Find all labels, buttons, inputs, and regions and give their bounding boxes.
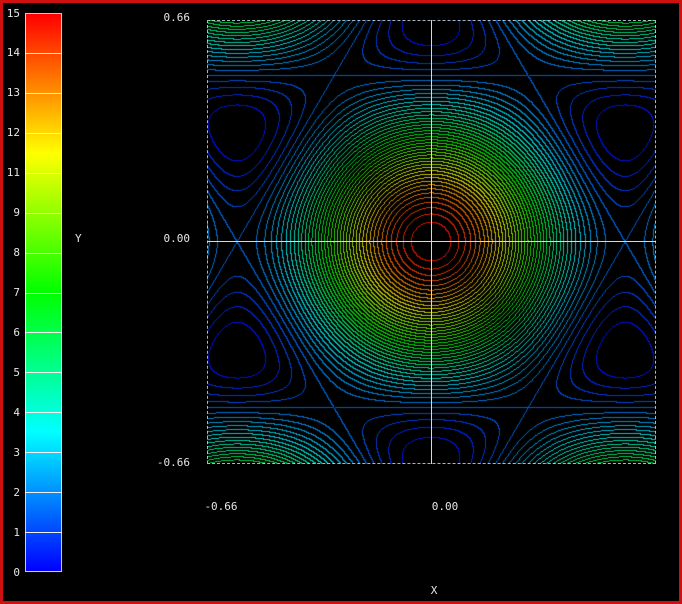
colorbar-separator — [25, 452, 62, 453]
y-axis-title: Y — [75, 232, 91, 245]
y-tick-label-top: 0.66 — [123, 11, 190, 24]
colorbar-tick-label: 5 — [3, 366, 20, 379]
colorbar-separator — [25, 93, 62, 94]
colorbar-tick-label: 0 — [3, 566, 20, 579]
x-tick-label-left: -0.66 — [199, 500, 243, 513]
y-tick-label-bottom: -0.66 — [123, 456, 190, 469]
colorbar-tick-label: 3 — [3, 446, 20, 459]
y-tick-label-mid: 0.00 — [123, 232, 190, 245]
colorbar-separator — [25, 532, 62, 533]
colorbar-tick-label: 12 — [3, 126, 20, 139]
colorbar-tick-label: 8 — [3, 246, 20, 259]
colorbar-separator — [25, 412, 62, 413]
colorbar-tick-label: 2 — [3, 486, 20, 499]
colorbar-tick-label: 14 — [3, 46, 20, 59]
colorbar-separator — [25, 173, 62, 174]
colorbar-separator — [25, 332, 62, 333]
colorbar-tick-label: 6 — [3, 326, 20, 339]
colorbar-separator — [25, 372, 62, 373]
colorbar-tick-label: 4 — [3, 406, 20, 419]
colorbar-tick-label: 11 — [3, 166, 20, 179]
x-tick-label-mid: 0.00 — [423, 500, 467, 513]
colorbar-tick-label: 13 — [3, 86, 20, 99]
x-axis-title: X — [412, 584, 456, 597]
colorbar-tick-label: 15 — [3, 7, 20, 20]
colorbar-separator — [25, 253, 62, 254]
colorbar-separator — [25, 53, 62, 54]
x-zero-crosshair-line — [431, 20, 432, 464]
plot-area — [207, 20, 656, 464]
y-zero-crosshair-line — [207, 241, 656, 242]
colorbar-separator — [25, 213, 62, 214]
colorbar-separator — [25, 133, 62, 134]
colorbar-separator — [25, 492, 62, 493]
plot-window: 15 14 13 12 11 9 8 7 6 5 4 3 2 1 0 Y 0.66 0.00 -0.66 -… — [0, 0, 682, 604]
colorbar-separator — [25, 293, 62, 294]
colorbar-tick-label: 7 — [3, 286, 20, 299]
colorbar-tick-label: 9 — [3, 206, 20, 219]
colorbar-tick-label: 1 — [3, 526, 20, 539]
